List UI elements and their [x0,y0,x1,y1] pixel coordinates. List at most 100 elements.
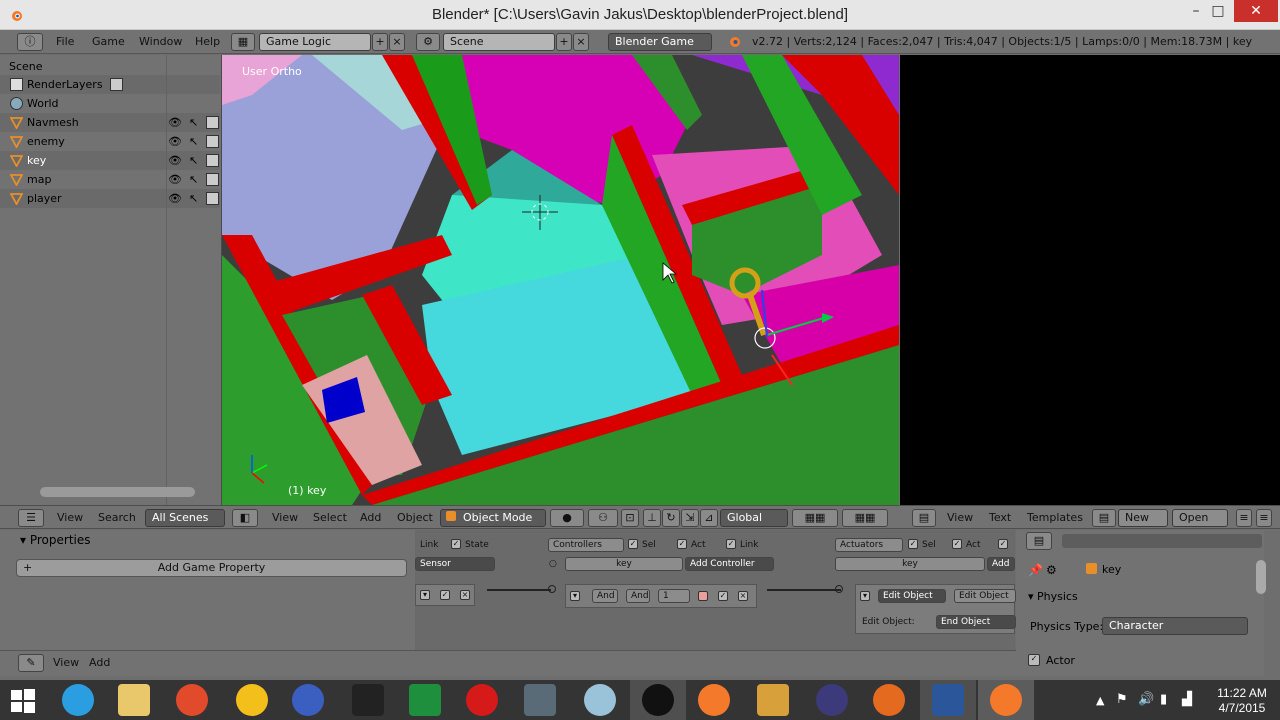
properties-context-tabs[interactable] [1062,534,1262,548]
outliner-item-player[interactable]: player 👁 ↖ [0,189,220,208]
outliner-item-world[interactable]: World [0,94,220,113]
line-numbers-icon[interactable]: ≡ [1236,509,1252,527]
internet-explorer-icon[interactable] [62,684,94,716]
actuator-collapse-toggle[interactable]: ▾ [860,591,870,601]
outliner-item-navmesh[interactable]: Navmesh 👁 ↖ [0,113,220,132]
taskbar-clock[interactable]: 11:22 AM 4/7/2015 [1212,686,1272,716]
rotate-manipulator-icon[interactable]: ↻ [662,509,680,527]
render-camera-icon[interactable] [206,173,219,186]
headphones-app-icon[interactable] [292,684,324,716]
visibility-eye-icon[interactable]: 👁 [168,132,182,151]
controller-name-field[interactable]: And [626,589,650,603]
windows-start-icon[interactable] [10,688,36,714]
translate-manipulator-icon[interactable]: ⊥ [643,509,661,527]
outliner-search-menu[interactable]: Search [98,510,136,526]
select-menu[interactable]: Select [313,510,347,526]
remove-screen-icon[interactable]: × [389,33,405,51]
3d-viewport[interactable]: User Ortho (1) key [222,55,899,505]
scene-icon[interactable]: ⚙ [416,33,440,51]
logic-view-menu[interactable]: View [53,654,79,672]
controllers-sel-checkbox[interactable]: ✓ [628,539,638,549]
chrome-icon[interactable] [236,684,268,716]
menu-file[interactable]: File [56,33,74,51]
download-app-icon[interactable] [409,684,441,716]
record-app-icon[interactable] [466,684,498,716]
logic-editor-type-icon[interactable]: ✎ [18,654,44,672]
actuator-type-select[interactable]: Edit Object [878,589,946,603]
eclipse-icon[interactable] [816,684,848,716]
render-camera-icon[interactable] [206,192,219,205]
add-menu[interactable]: Add [360,510,381,526]
properties-scrollbar[interactable] [1256,560,1266,594]
sensor-link-socket[interactable] [548,585,556,593]
controllers-link-checkbox[interactable]: ✓ [726,539,736,549]
layers-grid-1-icon[interactable]: ▦▦ [792,509,838,527]
tray-flag-icon[interactable]: ⚑ [1116,692,1128,707]
text-editor-type-icon[interactable]: ▤ [912,509,936,527]
object-menu[interactable]: Object [397,510,433,526]
physics-type-select[interactable]: Character [1102,617,1248,635]
select-arrow-icon[interactable]: ↖ [189,132,198,151]
actuators-sel-checkbox[interactable]: ✓ [908,539,918,549]
tray-battery-icon[interactable]: ▮ [1160,692,1167,707]
outliner-scrollbar[interactable] [40,487,195,497]
add-game-property-button[interactable]: + Add Game Property [16,559,407,577]
unity-icon[interactable] [352,684,384,716]
sensor-remove-button[interactable]: × [460,590,470,600]
file-explorer-icon[interactable] [118,684,150,716]
add-actuator-select[interactable]: Add A [987,557,1015,571]
select-arrow-icon[interactable]: ↖ [189,151,198,170]
controllers-act-checkbox[interactable]: ✓ [677,539,687,549]
outliner-item-enemy[interactable]: enemy 👁 ↖ [0,132,220,151]
visibility-eye-icon[interactable]: 👁 [168,113,182,132]
visibility-eye-icon[interactable]: 👁 [168,189,182,208]
pivot-point-icon[interactable]: ⚇ [588,509,618,527]
text-view-menu[interactable]: View [947,510,973,526]
state-checkbox[interactable]: ✓ [451,539,461,549]
properties-editor-type-icon[interactable]: ▤ [1026,532,1052,550]
tray-expand-icon[interactable]: ▲ [1096,694,1104,707]
outliner-editor-type-icon[interactable]: ☰ [18,509,44,527]
sensor-collapse-toggle[interactable]: ▾ [420,590,430,600]
blender-taskbar-icon[interactable] [698,684,730,716]
select-arrow-icon[interactable]: ↖ [189,189,198,208]
actuator-name-field[interactable]: Edit Object [954,589,1016,603]
obs-icon[interactable] [642,684,674,716]
controller-object-name[interactable]: key [565,557,683,571]
close-button[interactable]: ✕ [1234,0,1278,22]
outliner-item-map[interactable]: map 👁 ↖ [0,170,220,189]
new-text-button[interactable]: New [1118,509,1168,527]
templates-menu[interactable]: Templates [1027,510,1083,526]
outliner-item-renderlayers[interactable]: RenderLayers [0,75,220,94]
add-screen-icon[interactable]: + [372,33,388,51]
actor-checkbox[interactable]: ✓ [1028,654,1040,666]
power-app-icon[interactable] [176,684,208,716]
controller-preference-toggle[interactable] [698,591,708,601]
winrar-icon[interactable] [757,684,789,716]
properties-header[interactable]: ▾ Properties [20,533,91,547]
render-layer-toggle-icon[interactable] [110,78,123,91]
maximize-button[interactable]: □ [1202,0,1234,22]
blender-active-taskbar-icon[interactable] [990,684,1022,716]
outliner-view-menu[interactable]: View [57,510,83,526]
controller-collapse-toggle[interactable]: ▾ [570,591,580,601]
word-wrap-icon[interactable]: ≡ [1256,509,1272,527]
scene-field[interactable]: Scene [443,33,555,51]
controllers-header-select[interactable]: Controllers [548,538,624,552]
tray-network-icon[interactable]: ▟ [1182,692,1192,707]
open-text-button[interactable]: Open [1172,509,1228,527]
engine-select[interactable]: Blender Game [608,33,712,51]
view-menu[interactable]: View [272,510,298,526]
menu-help[interactable]: Help [195,33,220,51]
layers-grid-2-icon[interactable]: ▦▦ [842,509,888,527]
manipulator-extra-icon[interactable]: ⊿ [700,509,718,527]
add-scene-icon[interactable]: + [556,33,572,51]
manipulator-toggle-icon[interactable]: ⊡ [621,509,639,527]
select-arrow-icon[interactable]: ↖ [189,113,198,132]
render-camera-icon[interactable] [206,135,219,148]
actuators-link-checkbox[interactable]: ✓ [998,539,1008,549]
physics-section-header[interactable]: ▾ Physics [1028,590,1078,603]
transform-orientation-select[interactable]: Global [720,509,788,527]
menu-window[interactable]: Window [139,33,182,51]
actuator-object-name[interactable]: key [835,557,985,571]
